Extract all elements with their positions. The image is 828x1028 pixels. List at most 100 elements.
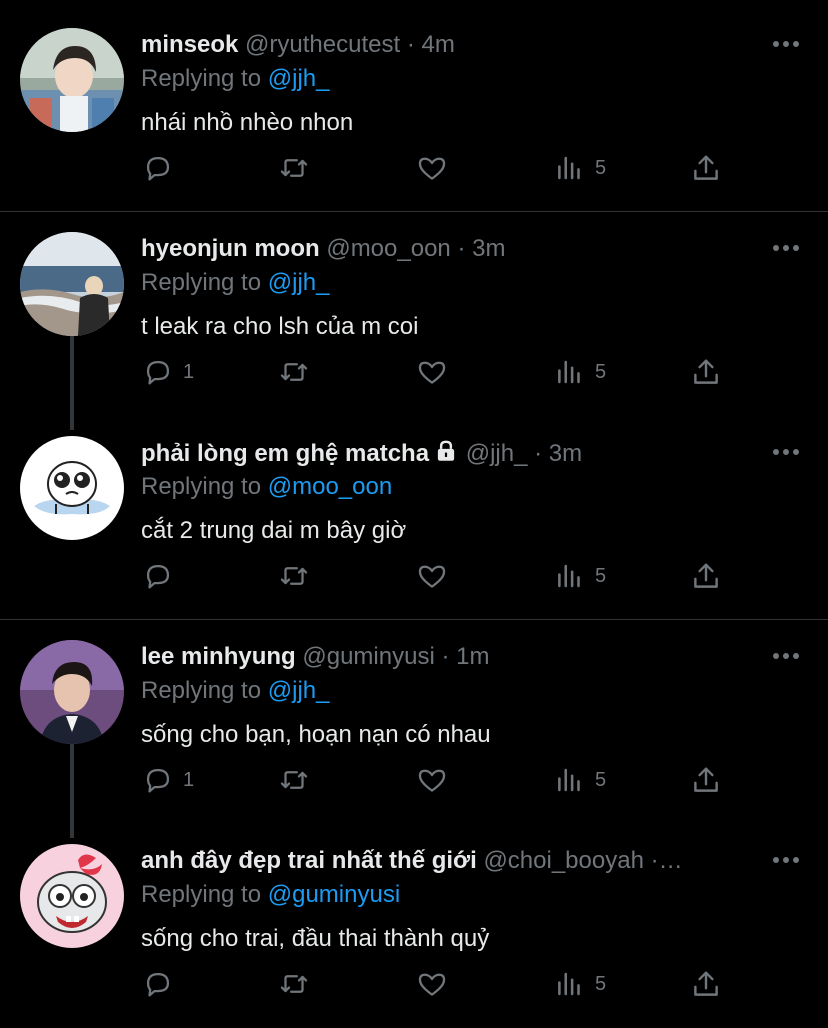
retweet-button[interactable] — [277, 964, 311, 1004]
reply-icon — [141, 967, 175, 1001]
avatar[interactable] — [20, 28, 124, 132]
retweet-button[interactable] — [277, 352, 311, 392]
reply-count: 1 — [183, 768, 195, 791]
like-button[interactable] — [415, 556, 449, 596]
share-button[interactable] — [689, 556, 723, 596]
views-icon — [553, 763, 587, 797]
avatar[interactable] — [20, 436, 124, 540]
avatar[interactable] — [20, 232, 124, 336]
share-button[interactable] — [689, 760, 723, 800]
views-button[interactable]: 5 — [553, 964, 606, 1004]
mention-link[interactable]: @jjh_ — [268, 677, 330, 704]
views-icon — [553, 355, 587, 389]
like-button[interactable] — [415, 760, 449, 800]
tweet[interactable]: minseok @ryuthecutest · 4m Replying to @… — [0, 28, 828, 212]
share-button[interactable] — [689, 352, 723, 392]
reply-icon — [141, 763, 175, 797]
views-button[interactable]: 5 — [553, 760, 606, 800]
like-button[interactable] — [415, 352, 449, 392]
handle[interactable]: @guminyusi — [302, 643, 434, 670]
tweet[interactable]: anh đây đẹp trai nhất thế giới @choi_boo… — [0, 844, 828, 1024]
views-count: 5 — [595, 768, 607, 791]
more-icon[interactable] — [772, 238, 800, 258]
more-icon[interactable] — [772, 34, 800, 54]
replying-prefix: Replying to — [141, 65, 262, 92]
reply-icon — [141, 151, 175, 185]
display-name[interactable]: anh đây đẹp trai nhất thế giới — [141, 847, 477, 874]
timestamp[interactable]: 1m — [456, 643, 489, 670]
avatar[interactable] — [20, 844, 124, 948]
retweet-button[interactable] — [277, 148, 311, 188]
reply-button[interactable]: 1 — [141, 760, 194, 800]
reply-button[interactable] — [141, 556, 183, 596]
separator-dot: ·… — [650, 847, 683, 874]
views-count: 5 — [595, 156, 607, 179]
tweet-header: minseok @ryuthecutest · 4m — [141, 30, 758, 60]
more-icon[interactable] — [772, 850, 800, 870]
share-button[interactable] — [689, 964, 723, 1004]
replying-to: Replying to @moo_oon — [141, 472, 392, 502]
tweet-text: sống cho bạn, hoạn nạn có nhau — [141, 721, 491, 748]
views-button[interactable]: 5 — [553, 352, 606, 392]
tweet[interactable]: phải lòng em ghệ matcha @jjh_ · 3m Reply… — [0, 436, 828, 616]
like-button[interactable] — [415, 964, 449, 1004]
timestamp[interactable]: 3m — [549, 440, 582, 467]
tweet-header: lee minhyung @guminyusi · 1m — [141, 642, 758, 672]
tweet-text: sống cho trai, đầu thai thành quỷ — [141, 925, 490, 952]
mention-link[interactable]: @jjh_ — [268, 65, 330, 92]
share-icon — [689, 763, 723, 797]
handle[interactable]: @choi_booyah — [483, 847, 643, 874]
share-icon — [689, 355, 723, 389]
share-button[interactable] — [689, 148, 723, 188]
tweet-header: anh đây đẹp trai nhất thế giới @choi_boo… — [141, 846, 758, 876]
views-count: 5 — [595, 360, 607, 383]
retweet-icon — [277, 967, 311, 1001]
reply-button[interactable]: 1 — [141, 352, 194, 392]
share-icon — [689, 151, 723, 185]
replying-to: Replying to @guminyusi — [141, 880, 400, 910]
views-icon — [553, 151, 587, 185]
display-name[interactable]: minseok — [141, 31, 238, 58]
reply-count: 1 — [183, 360, 195, 383]
tweet-text: cắt 2 trung dai m bây giờ — [141, 517, 407, 544]
tweet[interactable]: hyeonjun moon @moo_oon · 3m Replying to … — [0, 232, 828, 412]
like-icon — [415, 151, 449, 185]
display-name[interactable]: lee minhyung — [141, 643, 296, 670]
retweet-icon — [277, 559, 311, 593]
more-icon[interactable] — [772, 442, 800, 462]
tweet-text: t leak ra cho lsh của m coi — [141, 313, 419, 340]
handle[interactable]: @ryuthecutest — [245, 31, 400, 58]
action-bar: 5 — [141, 556, 741, 596]
views-icon — [553, 967, 587, 1001]
separator-dot: · — [534, 440, 543, 467]
views-icon — [553, 559, 587, 593]
separator-dot: · — [457, 235, 466, 262]
retweet-button[interactable] — [277, 556, 311, 596]
mention-link[interactable]: @jjh_ — [268, 269, 330, 296]
retweet-button[interactable] — [277, 760, 311, 800]
mention-link[interactable]: @guminyusi — [268, 881, 400, 908]
timestamp[interactable]: 4m — [422, 31, 455, 58]
replying-prefix: Replying to — [141, 473, 262, 500]
avatar[interactable] — [20, 640, 124, 744]
views-button[interactable]: 5 — [553, 556, 606, 596]
display-name[interactable]: hyeonjun moon — [141, 235, 320, 262]
like-button[interactable] — [415, 148, 449, 188]
replying-prefix: Replying to — [141, 881, 262, 908]
reply-button[interactable] — [141, 148, 183, 188]
mention-link[interactable]: @moo_oon — [268, 473, 392, 500]
replying-to: Replying to @jjh_ — [141, 64, 329, 94]
replying-prefix: Replying to — [141, 677, 262, 704]
timestamp[interactable]: 3m — [472, 235, 505, 262]
replying-to: Replying to @jjh_ — [141, 268, 329, 298]
action-bar: 5 — [141, 964, 741, 1004]
views-button[interactable]: 5 — [553, 148, 606, 188]
tweet[interactable]: lee minhyung @guminyusi · 1m Replying to… — [0, 640, 828, 820]
handle[interactable]: @moo_oon — [326, 235, 450, 262]
display-name[interactable]: phải lòng em ghệ matcha — [141, 440, 429, 467]
reply-button[interactable] — [141, 964, 183, 1004]
reply-icon — [141, 355, 175, 389]
more-icon[interactable] — [772, 646, 800, 666]
handle[interactable]: @jjh_ — [466, 440, 528, 467]
tweet-text: nhái nhồ nhèo nhon — [141, 109, 354, 136]
